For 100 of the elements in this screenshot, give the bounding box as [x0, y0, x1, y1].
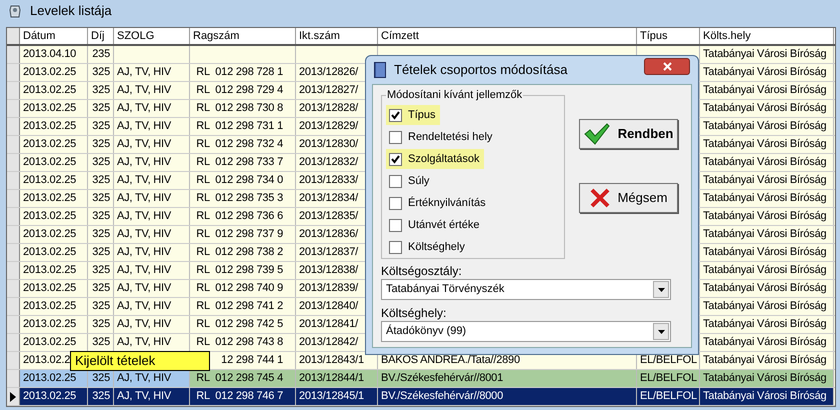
table-cell: RL 012 298 745 4 [190, 370, 296, 387]
group-title: Módosítani kívánt jellemzők [386, 88, 524, 102]
table-cell: AJ, TV, HIV [114, 298, 190, 315]
row-indicator [7, 334, 20, 351]
checkbox[interactable] [389, 218, 402, 232]
table-cell: AJ, TV, HIV [114, 190, 190, 207]
app-icon [8, 4, 22, 18]
checkbox-label: Típus [408, 108, 436, 123]
table-cell: AJ, TV, HIV [114, 100, 190, 117]
field-label: Költségosztály: [381, 263, 463, 279]
checkbox-label: Rendeltetési hely [408, 130, 492, 145]
row-indicator [7, 262, 20, 279]
row-pointer-icon [10, 392, 16, 402]
table-cell: 325 [88, 370, 114, 387]
table-cell: Tatabányai Városi Bíróság [700, 118, 834, 135]
checkbox-label: Súly [408, 174, 430, 189]
table-cell: AJ, TV, HIV [114, 64, 190, 81]
table-cell: AJ, TV, HIV [114, 370, 190, 387]
table-cell: BV./Székesfehérvár//8000 [378, 388, 637, 405]
field-label: Költséghely: [381, 305, 448, 321]
close-icon [662, 62, 672, 70]
row-indicator [7, 208, 20, 225]
table-cell: Tatabányai Városi Bíróság [700, 190, 834, 207]
table-cell: Tatabányai Városi Bíróság [700, 172, 834, 189]
row-indicator [7, 298, 20, 315]
ok-button[interactable]: Rendben [579, 119, 678, 149]
row-indicator [7, 136, 20, 153]
checkmark-icon [584, 123, 610, 145]
row-indicator [7, 226, 20, 243]
table-cell: AJ, TV, HIV [114, 262, 190, 279]
row-indicator [7, 172, 20, 189]
dialog-title: Tételek csoportos módosítása [394, 61, 568, 80]
table-cell: 2013.02.25 [20, 388, 88, 405]
dropdown[interactable]: Átadókönyv (99) [381, 321, 671, 342]
table-cell: AJ, TV, HIV [114, 172, 190, 189]
checkbox[interactable] [389, 196, 402, 210]
cancel-button[interactable]: Mégsem [579, 183, 678, 213]
table-cell: AJ, TV, HIV [114, 136, 190, 153]
table-cell: Tatabányai Városi Bíróság [700, 370, 834, 387]
checkbox-label: Költséghely [408, 240, 465, 255]
table-cell: Tatabányai Városi Bíróság [700, 244, 834, 261]
row-indicator [7, 352, 20, 369]
table-cell: RL 012 298 746 7 [190, 388, 296, 405]
column-header: Típus [637, 28, 700, 44]
table-cell: Tatabányai Városi Bíróság [700, 136, 834, 153]
close-button[interactable] [644, 58, 690, 74]
column-header: Ragszám [190, 28, 296, 44]
checkbox[interactable] [389, 174, 402, 188]
row-indicator [7, 280, 20, 297]
table-cell: AJ, TV, HIV [114, 154, 190, 171]
checkbox-label: Értéknyilvánítás [408, 196, 486, 211]
row-indicator [7, 244, 20, 261]
row-indicator [7, 316, 20, 333]
row-indicator [7, 82, 20, 99]
row-indicator [7, 64, 20, 81]
column-header: Dátum [20, 28, 88, 44]
checkbox-label: Utánvét értéke [408, 218, 480, 233]
cross-icon [590, 188, 610, 208]
column-header: Címzett [378, 28, 637, 44]
table-cell: AJ, TV, HIV [114, 334, 190, 351]
table-cell: 325 [88, 388, 114, 405]
column-header: Díj [88, 28, 114, 44]
table-cell: Tatabányai Városi Bíróság [700, 262, 834, 279]
checkbox[interactable] [389, 152, 402, 166]
column-header: Ikt.szám [296, 28, 378, 44]
row-indicator [7, 118, 20, 135]
tooltip: Kijelölt tételek [70, 351, 210, 371]
table-cell: AJ, TV, HIV [114, 244, 190, 261]
table-cell: AJ, TV, HIV [114, 280, 190, 297]
checkbox[interactable] [389, 108, 402, 122]
table-cell: Tatabányai Városi Bíróság [700, 352, 834, 369]
column-header: Költs.hely [700, 28, 834, 44]
table-cell: AJ, TV, HIV [114, 316, 190, 333]
table-cell: Tatabányai Városi Bíróság [700, 46, 834, 63]
row-indicator [7, 46, 20, 63]
table-cell: Tatabányai Városi Bíróság [700, 100, 834, 117]
row-indicator [7, 190, 20, 207]
corner-cell [7, 28, 20, 44]
table-cell: AJ, TV, HIV [114, 82, 190, 99]
window-title: Levelek listája [30, 2, 112, 20]
book-icon [374, 62, 386, 78]
table-cell: 2013.02.25 [20, 370, 88, 387]
table-cell: Tatabányai Városi Bíróság [700, 64, 834, 81]
checkbox[interactable] [389, 130, 402, 144]
table-cell: AJ, TV, HIV [114, 208, 190, 225]
table-cell: Tatabányai Városi Bíróság [700, 226, 834, 243]
table-cell: Tatabányai Városi Bíróság [700, 280, 834, 297]
table-cell: Tatabányai Városi Bíróság [700, 334, 834, 351]
table-cell: 2013/12845/1 [296, 388, 378, 405]
row-indicator [7, 100, 20, 117]
row-indicator [7, 154, 20, 171]
column-header: SZOLG [114, 28, 190, 44]
table-cell: Tatabányai Városi Bíróság [700, 388, 834, 405]
dropdown[interactable]: Tatabányai Törvényszék [381, 279, 671, 300]
table-cell: Tatabányai Városi Bíróság [700, 82, 834, 99]
checkbox[interactable] [389, 240, 402, 254]
checkbox-label: Szolgáltatások [408, 152, 480, 167]
table-cell: BV./Székesfehérvár//8001 [378, 370, 637, 387]
table-cell: EL/BELFOL [637, 370, 700, 387]
table-cell: Tatabányai Városi Bíróság [700, 298, 834, 315]
